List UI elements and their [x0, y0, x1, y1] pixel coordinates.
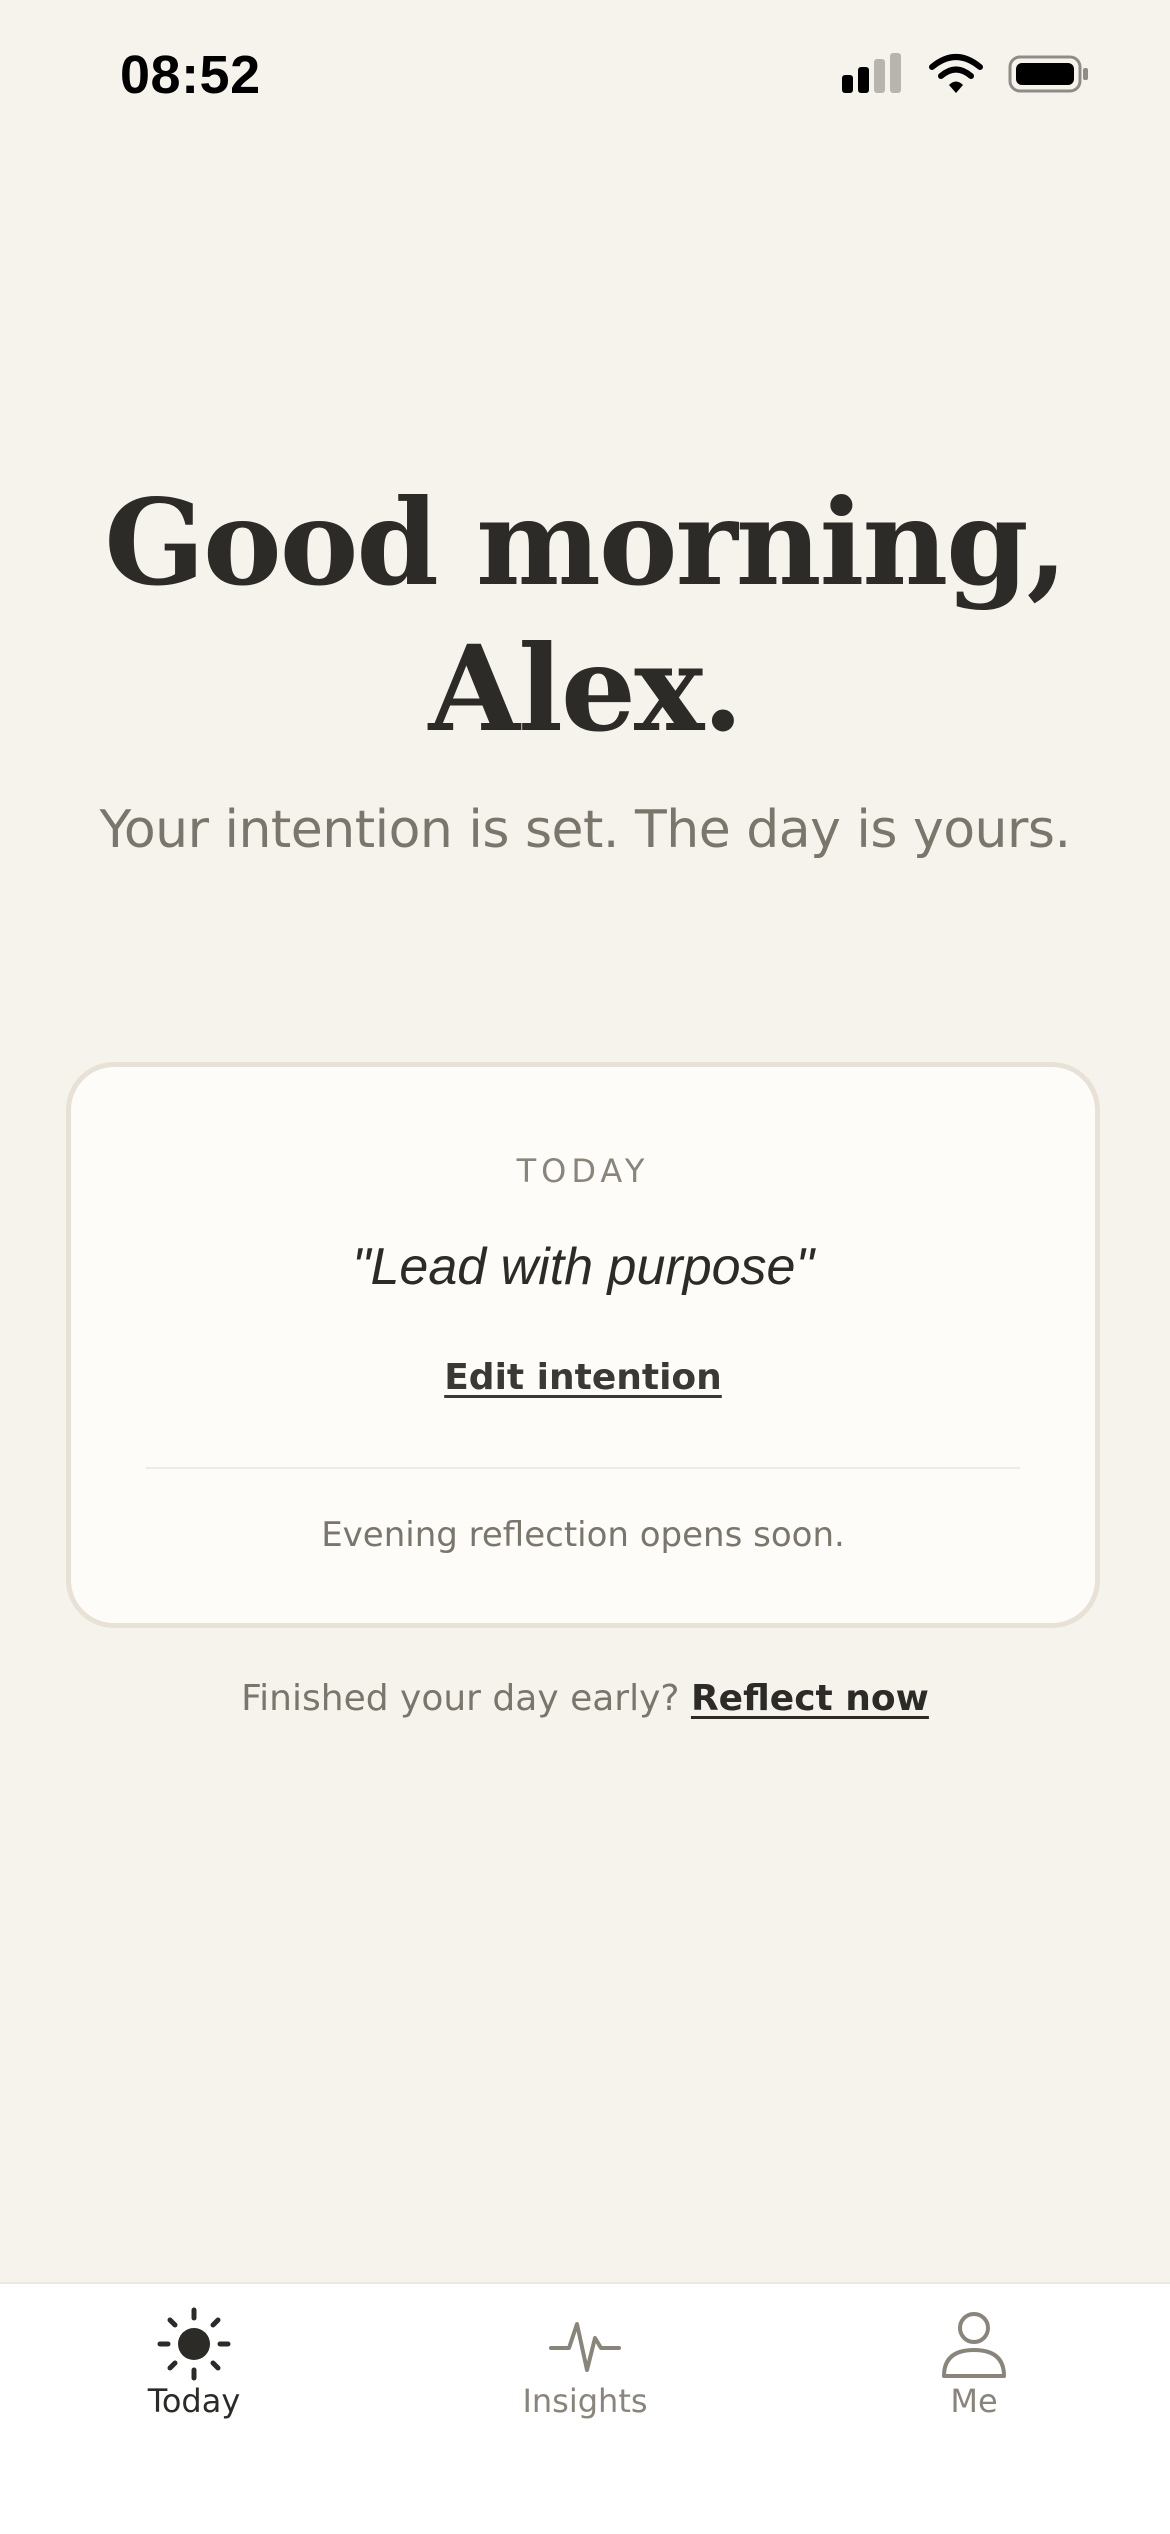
status-icons: [842, 52, 1090, 100]
battery-icon: [1008, 53, 1090, 99]
tab-today[interactable]: Today: [74, 2284, 314, 2434]
tab-me[interactable]: Me: [854, 2284, 1094, 2434]
pulse-icon: [545, 2304, 625, 2384]
evening-reflection-note: Evening reflection opens soon.: [321, 1515, 845, 1555]
tab-bar: Today Insights Me: [0, 2282, 1170, 2534]
greeting-line-2: Alex.: [428, 619, 744, 758]
cellular-signal-icon: [842, 53, 904, 99]
early-reflect-prompt: Finished your day early?: [241, 1678, 680, 1719]
sun-icon: [154, 2304, 234, 2384]
greeting-subtitle: Your intention is set. The day is yours.: [99, 800, 1071, 860]
status-bar: 08:52: [0, 0, 1170, 150]
early-reflect-row: Finished your day early? Reflect now: [0, 1678, 1170, 1719]
greeting-line-1: Good morning,: [104, 473, 1068, 612]
greeting-heading: Good morning, Alex.: [0, 470, 1170, 762]
status-time: 08:52: [120, 45, 261, 105]
card-divider: [146, 1467, 1020, 1469]
intention-quote: "Lead with purpose": [352, 1238, 814, 1296]
edit-intention-link[interactable]: Edit intention: [71, 1357, 1095, 1398]
tab-today-label: Today: [147, 2382, 241, 2420]
tab-me-label: Me: [950, 2382, 998, 2420]
tab-insights[interactable]: Insights: [465, 2284, 705, 2434]
tab-insights-label: Insights: [522, 2382, 648, 2420]
wifi-icon: [928, 53, 984, 99]
intention-card: TODAY "Lead with purpose" Edit intention…: [66, 1062, 1100, 1628]
person-icon: [934, 2304, 1014, 2384]
card-label: TODAY: [516, 1152, 650, 1190]
reflect-now-link[interactable]: Reflect now: [691, 1678, 929, 1719]
